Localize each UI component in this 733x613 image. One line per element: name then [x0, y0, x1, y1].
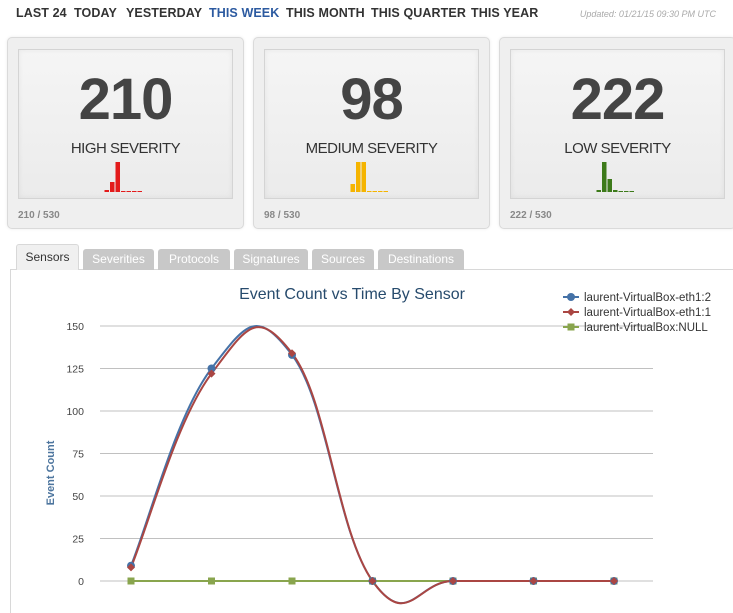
medium-severity-panel: 98 MEDIUM SEVERITY — [264, 49, 479, 199]
spark-bar — [607, 179, 612, 192]
medium-severity-label: MEDIUM SEVERITY — [305, 140, 438, 157]
spark-bar — [137, 191, 142, 192]
event-count-chart: Event Count vs Time By Sensor Event Coun… — [45, 286, 711, 605]
chart-series — [127, 325, 618, 605]
legend-item-label[interactable]: laurent-VirtualBox-eth1:1 — [584, 307, 711, 319]
tab-severities[interactable]: Severities — [83, 249, 154, 270]
spark-bar — [383, 191, 388, 192]
y-tick-label: 150 — [66, 321, 84, 333]
tab-protocols[interactable]: Protocols — [158, 249, 230, 270]
spark-bar — [121, 191, 126, 192]
legend-item-label[interactable]: laurent-VirtualBox-eth1:2 — [584, 292, 711, 304]
y-tick-label: 50 — [72, 491, 84, 503]
medium-severity-card[interactable]: 98 MEDIUM SEVERITY 98 / 530 — [253, 37, 490, 229]
data-point[interactable] — [127, 577, 135, 585]
spark-bar — [372, 191, 377, 192]
high-severity-ratio: 210 / 530 — [18, 210, 60, 221]
low-severity-card[interactable]: 222 LOW SEVERITY 222 / 530 — [499, 37, 733, 229]
medium-severity-count: 98 — [340, 67, 404, 132]
spark-bar — [110, 182, 115, 192]
spark-bar — [613, 190, 618, 192]
y-tick-label: 75 — [72, 449, 84, 461]
spark-bar — [596, 190, 601, 192]
nav-this-year[interactable]: THIS YEAR — [471, 6, 538, 20]
nav-yesterday[interactable]: YESTERDAY — [126, 6, 202, 20]
spark-bar — [378, 191, 383, 192]
updated-timestamp: Updated: 01/21/15 09:30 PM UTC — [579, 9, 716, 19]
low-severity-sparkline — [596, 162, 634, 192]
high-severity-sparkline — [104, 162, 142, 192]
y-tick-label: 125 — [66, 364, 84, 376]
spark-bar — [115, 162, 120, 192]
spark-bar — [629, 191, 634, 192]
spark-bar — [356, 162, 361, 192]
spark-bar — [602, 162, 607, 192]
legend-item-label[interactable]: laurent-VirtualBox:NULL — [584, 322, 708, 334]
series-line — [130, 325, 614, 605]
low-severity-panel: 222 LOW SEVERITY — [510, 49, 725, 199]
spark-bar — [350, 184, 355, 192]
data-point[interactable] — [208, 577, 215, 585]
date-range-nav: LAST 24 TODAY YESTERDAY THIS WEEK THIS M… — [0, 0, 733, 28]
legend-marker — [567, 308, 575, 316]
nav-last-24[interactable]: LAST 24 — [16, 6, 67, 20]
y-tick-label: 25 — [72, 534, 84, 546]
spark-bar — [624, 191, 629, 192]
spark-bar — [367, 191, 372, 192]
y-tick-label: 100 — [66, 406, 84, 418]
tab-sensors[interactable]: Sensors — [16, 244, 79, 270]
low-severity-ratio: 222 / 530 — [510, 210, 552, 221]
chart-grid — [100, 325, 653, 582]
chart-title: Event Count vs Time By Sensor — [239, 286, 466, 303]
nav-this-quarter[interactable]: THIS QUARTER — [371, 6, 466, 20]
spark-bar — [361, 162, 366, 192]
spark-bar — [132, 191, 137, 192]
medium-severity-ratio: 98 / 530 — [264, 210, 301, 221]
tab-sources[interactable]: Sources — [312, 249, 374, 270]
spark-bar — [104, 190, 109, 192]
legend-marker — [567, 293, 575, 301]
legend-marker — [567, 323, 575, 331]
high-severity-panel: 210 HIGH SEVERITY — [18, 49, 233, 199]
tab-destinations[interactable]: Destinations — [378, 249, 464, 270]
tab-signatures[interactable]: Signatures — [234, 249, 308, 270]
high-severity-count: 210 — [78, 67, 174, 132]
y-tick-label: 0 — [78, 576, 84, 588]
medium-severity-sparkline — [350, 162, 388, 192]
spark-bar — [618, 191, 623, 192]
nav-this-week[interactable]: THIS WEEK — [209, 6, 279, 20]
spark-bar — [126, 191, 131, 192]
nav-today[interactable]: TODAY — [74, 6, 117, 20]
nav-this-month[interactable]: THIS MONTH — [286, 6, 365, 20]
chart-legend[interactable]: laurent-VirtualBox-eth1:2 laurent-Virtual… — [563, 292, 711, 334]
high-severity-label: HIGH SEVERITY — [70, 140, 181, 157]
low-severity-count: 222 — [570, 67, 666, 132]
low-severity-label: LOW SEVERITY — [564, 140, 671, 157]
y-axis-label: Event Count — [45, 440, 57, 505]
y-axis-ticks: 0 25 50 75 100 125 150 — [66, 321, 84, 588]
data-point[interactable] — [288, 577, 296, 585]
high-severity-card[interactable]: 210 HIGH SEVERITY 210 / 530 — [7, 37, 244, 229]
